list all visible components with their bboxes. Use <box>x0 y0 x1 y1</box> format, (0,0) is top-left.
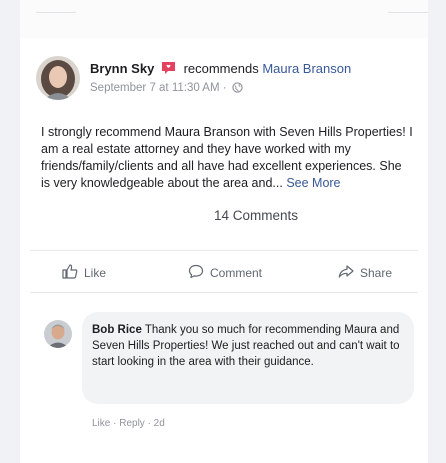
top-divider-left <box>36 12 76 13</box>
share-arrow-icon <box>338 264 354 282</box>
post-body-text: I strongly recommend Maura Branson with … <box>41 125 413 190</box>
post-meta: September 7 at 11:30 AM · <box>90 82 243 96</box>
comment-bubble-icon <box>188 264 204 282</box>
globe-icon <box>232 82 243 96</box>
see-more-link[interactable]: See More <box>286 176 340 190</box>
recommends-verb: recommends <box>183 61 259 76</box>
like-button[interactable]: Like <box>62 264 106 282</box>
author-avatar[interactable] <box>36 56 80 100</box>
post-header-line: Brynn Sky recommends Maura Branson <box>90 61 351 78</box>
card-top-strip <box>20 0 428 38</box>
recommended-page-link[interactable]: Maura Branson <box>262 61 351 76</box>
share-label: Share <box>360 266 393 280</box>
thumbs-up-icon <box>62 264 78 282</box>
comment-label: Comment <box>210 266 263 280</box>
author-name[interactable]: Brynn Sky <box>90 61 154 76</box>
post-timestamp[interactable]: September 7 at 11:30 AM · <box>90 82 227 94</box>
comments-count[interactable]: 14 Comments <box>214 208 298 223</box>
commenter-name[interactable]: Bob Rice <box>92 324 142 336</box>
comment-bubble: Bob Rice Thank you so much for recommend… <box>82 312 414 404</box>
recommendation-badge-icon <box>161 61 176 78</box>
share-button[interactable]: Share <box>338 264 392 282</box>
actions-bottom-divider <box>30 292 418 293</box>
top-divider-right <box>388 12 428 13</box>
commenter-avatar[interactable] <box>44 320 72 348</box>
like-label: Like <box>84 266 107 280</box>
actions-top-divider <box>30 250 418 251</box>
comment-content: Bob Rice Thank you so much for recommend… <box>92 322 402 370</box>
comment-actions[interactable]: Like · Reply · 2d <box>92 418 165 429</box>
comment-button[interactable]: Comment <box>188 264 262 282</box>
post-body: I strongly recommend Maura Branson with … <box>41 124 413 192</box>
